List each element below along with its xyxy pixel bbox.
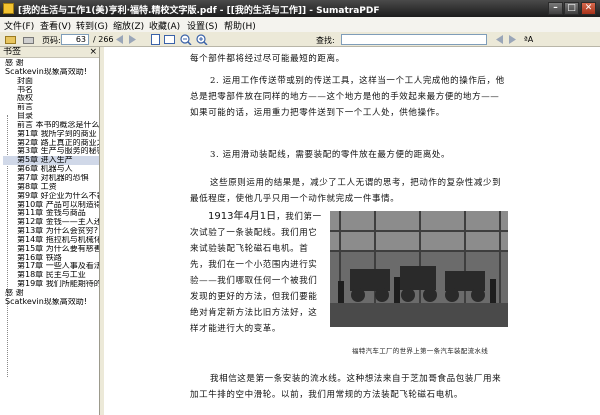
find-prev-button[interactable] (494, 34, 505, 45)
zoom-out-icon (180, 34, 192, 46)
window-title: [我的生活与工作1(美)亨利·福特.精校文字版.pdf - [[我的生活与工作]… (18, 6, 380, 16)
open-icon (5, 36, 16, 44)
find-prev-icon (496, 35, 503, 44)
bookmark-item[interactable]: 第8章 工资 (3, 183, 99, 192)
bookmark-item[interactable]: 第5章 进入生产 (3, 156, 99, 166)
figure-caption: 福特汽车工厂的世界上第一条汽车装配流水线 (352, 347, 488, 355)
title-bar: [我的生活与工作1(美)亨利·福特.精校文字版.pdf - [[我的生活与工作]… (0, 0, 600, 17)
bookmark-item[interactable]: 第3章 生产与服务的秘密 (3, 147, 99, 156)
fit-page-button[interactable] (150, 34, 162, 45)
doc-line-1: 每个部件都将经过尽可能最短的距离。 (190, 54, 345, 64)
find-next-icon (509, 35, 516, 44)
doc-date: 1913年4月1日 (208, 211, 277, 222)
bookmark-list: 感 谢 Scatkevin现象高效助! 封面 书名 版权 前言 目录 前言 本书的概念是什么第… (3, 59, 99, 307)
doc-item-2: 2. 运用工作传送带或别的传送工具，这样当一个工人完成他的操作后，他总是把零部件… (190, 76, 505, 118)
page-label: 页码: (42, 36, 61, 45)
menu-file[interactable]: 文件(F) (4, 19, 34, 32)
sidebar-title: 书签 (3, 47, 22, 57)
bookmark-item[interactable]: 前言 本书的概念是什么 (3, 121, 99, 130)
print-button[interactable] (22, 34, 36, 45)
bookmark-item[interactable]: 封面 (3, 77, 99, 86)
bookmark-item[interactable]: 第6章 机器与人 (3, 165, 99, 174)
next-page-button[interactable] (127, 34, 138, 45)
doc-paragraph-1: 这些原则运用的结果是，减少了工人无谓的思考，把动作的复杂性减少到最低程度，使他几… (190, 178, 502, 204)
bookmark-item[interactable]: 第2章 路上真正的商业之 (3, 139, 99, 148)
app-icon (3, 3, 14, 14)
find-label: 查找: (316, 36, 335, 45)
doc-paragraph-3: 我相信这是第一条安装的流水线。这种想法来自于芝加哥食品包装厂用来加工牛排的空中滑… (190, 374, 502, 400)
bookmark-item[interactable]: 第15章 为什么要有慈善 (3, 245, 99, 254)
menu-settings[interactable]: 设置(S) (187, 19, 218, 32)
bookmark-item[interactable]: Scatkevin现象高效助! (3, 298, 99, 307)
document-viewer[interactable]: 每个部件都将经过尽可能最短的距离。 2. 运用工作传送带或别的传送工具，这样当一… (104, 47, 600, 415)
fit-width-icon (164, 35, 175, 44)
menu-bar: 文件(F) 查看(V) 转到(G) 缩放(Z) 收藏(A) 设置(S) 帮助(H… (0, 17, 600, 33)
bookmark-item[interactable]: 感 谢 (3, 59, 99, 68)
bookmark-item[interactable]: 第1章 我所学到的商业 (3, 130, 99, 139)
doc-item-3: 3. 运用滑动装配线，需要装配的零件放在最方便的距离处。 (210, 150, 451, 160)
bookmark-item[interactable]: Scatkevin现象高效助! (3, 68, 99, 77)
assembly-line-photo (330, 211, 508, 327)
menu-view[interactable]: 查看(V) (40, 19, 71, 32)
prev-page-icon (116, 35, 123, 44)
bookmark-item[interactable]: 第7章 对机器的恐惧 (3, 174, 99, 183)
factory-photo-image (330, 211, 508, 327)
bookmark-item[interactable]: 第17章 一些人事及看法 (3, 262, 99, 271)
bookmark-item[interactable]: 第19章 我们所能期待的 (3, 280, 99, 289)
bookmark-item[interactable]: 第13章 为什么会贫穷? (3, 227, 99, 236)
doc-paragraph-2: 1913年4月1日，我们第一次试验了一条装配线。我们用它来试验装配飞轮磁石电机。… (190, 211, 322, 334)
menu-goto[interactable]: 转到(G) (76, 19, 108, 32)
page-total: / 266 (93, 35, 114, 44)
prev-page-button[interactable] (114, 34, 125, 45)
bookmark-item[interactable]: 版权 (3, 94, 99, 103)
bookmark-item[interactable]: 目录 (3, 112, 99, 121)
bookmarks-sidebar: 书签 × 感 谢 Scatkevin现象高效助! 封面 书名 版权 前言 目录 前言 本书的概… (0, 47, 100, 415)
bookmark-item[interactable]: 第10章 产品可以制造得 (3, 201, 99, 210)
menu-favorites[interactable]: 收藏(A) (149, 19, 180, 32)
maximize-button[interactable]: □ (564, 2, 579, 15)
zoom-out-button[interactable] (180, 34, 192, 46)
bookmark-item[interactable]: 第11章 金钱与商品 (3, 209, 99, 218)
sidebar-header: 书签 × (0, 47, 99, 58)
page-number-input[interactable]: 63 (61, 34, 89, 45)
fit-width-button[interactable] (164, 34, 176, 45)
menu-help[interactable]: 帮助(H) (224, 19, 256, 32)
bookmark-item[interactable]: 前言 (3, 103, 99, 112)
fit-page-icon (151, 34, 160, 45)
sidebar-close-button[interactable]: × (89, 47, 97, 57)
next-page-icon (129, 35, 136, 44)
open-button[interactable] (4, 34, 18, 45)
bookmark-item[interactable]: 第9章 好企业为什么不裁 (3, 192, 99, 201)
toolbar: 页码: 63 / 266 查找: ªA (0, 32, 600, 47)
menu-zoom[interactable]: 缩放(Z) (113, 19, 144, 32)
zoom-in-icon (196, 34, 208, 46)
print-icon (23, 37, 34, 44)
bookmark-item[interactable]: 第16章 铁路 (3, 254, 99, 263)
minimize-button[interactable]: – (548, 2, 563, 15)
find-next-button[interactable] (507, 34, 518, 45)
bookmark-item[interactable]: 第12章 金钱——主人还是 (3, 218, 99, 227)
close-button[interactable]: ✕ (581, 2, 596, 15)
bookmark-item[interactable]: 第18章 民主与工业 (3, 271, 99, 280)
bookmark-item[interactable]: 感 谢 (3, 289, 99, 298)
zoom-in-button[interactable] (196, 34, 208, 46)
bookmark-item[interactable]: 书名 (3, 86, 99, 95)
search-input[interactable] (341, 34, 487, 45)
match-case-toggle[interactable]: ªA (524, 35, 533, 44)
bookmark-item[interactable]: 第14章 拖拉机与机械化 (3, 236, 99, 245)
